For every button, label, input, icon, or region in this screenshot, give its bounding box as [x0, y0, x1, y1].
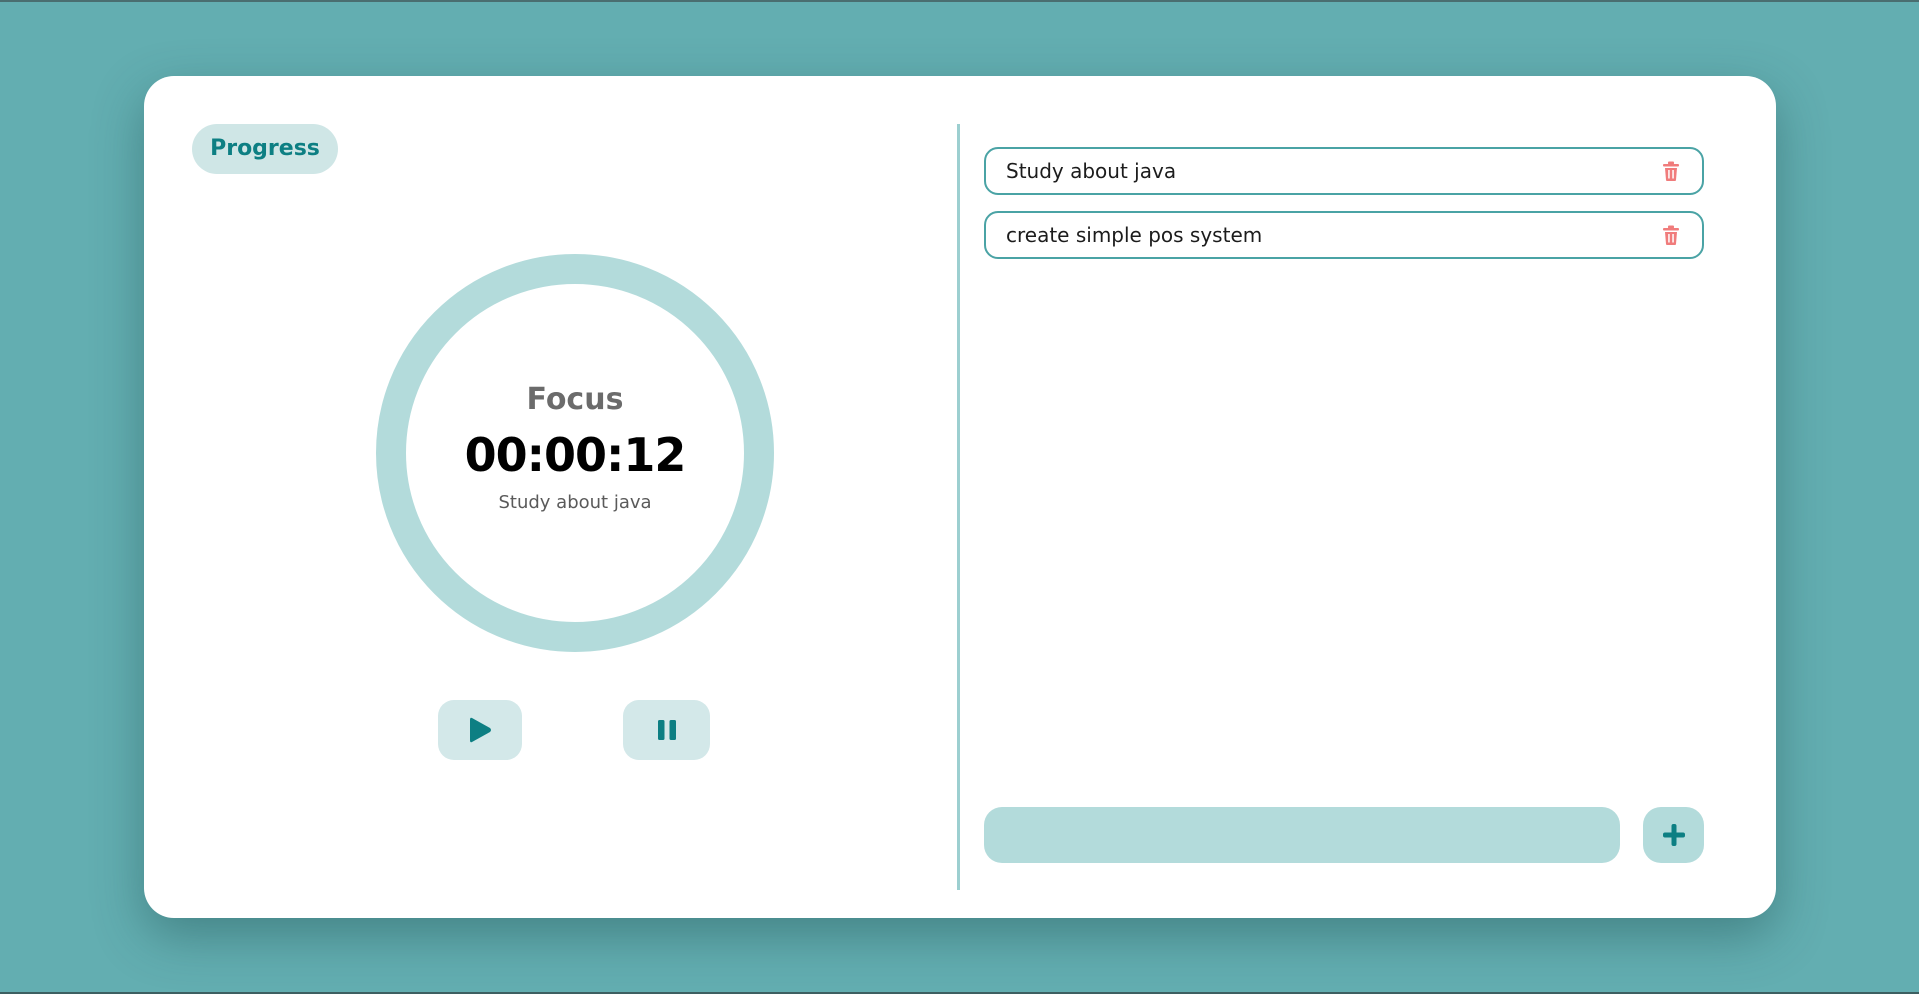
main-card: Progress Focus 00:00:12 Study about java…	[144, 76, 1776, 918]
add-task-button[interactable]	[1643, 807, 1704, 863]
panel-divider	[957, 124, 960, 890]
new-task-input[interactable]	[984, 807, 1620, 863]
trash-icon[interactable]	[1660, 224, 1682, 246]
progress-button[interactable]: Progress	[192, 124, 338, 174]
trash-icon[interactable]	[1660, 160, 1682, 182]
task-text: Study about java	[1006, 159, 1177, 183]
current-task-label: Study about java	[498, 492, 652, 513]
pause-icon	[657, 720, 676, 740]
top-edge	[0, 0, 1919, 2]
pause-button[interactable]	[623, 700, 710, 760]
timer-mode-label: Focus	[526, 382, 624, 417]
task-item[interactable]: Study about java	[984, 147, 1704, 195]
play-button[interactable]	[438, 700, 522, 760]
plus-icon	[1662, 824, 1685, 846]
timer-display: 00:00:12	[464, 428, 687, 482]
task-text: create simple pos system	[1006, 223, 1263, 247]
play-icon	[470, 717, 491, 743]
task-item[interactable]: create simple pos system	[984, 211, 1704, 259]
